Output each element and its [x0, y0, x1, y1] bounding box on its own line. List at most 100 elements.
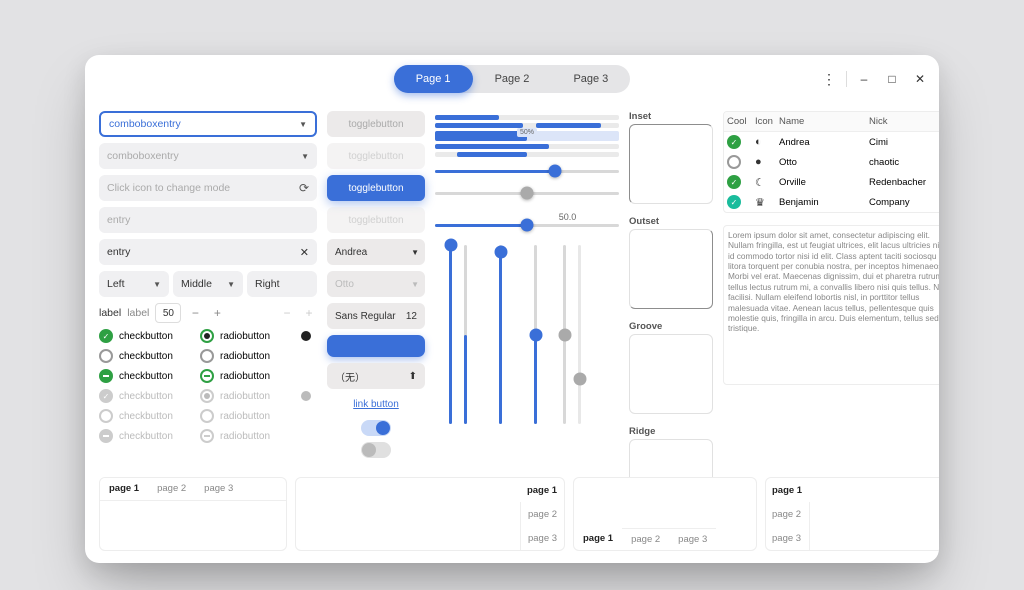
progress-percent: 50% [517, 128, 537, 137]
switch-off[interactable] [361, 442, 391, 458]
content-grid: comboboxentry ▼ comboboxentry ▼ Click ic… [85, 103, 939, 477]
nb-tab-3[interactable]: page 3 [520, 526, 564, 550]
dropdown-right[interactable]: Right [247, 271, 317, 297]
three-dropdowns: Left▼ Middle▼ Right [99, 271, 317, 297]
switch-on[interactable] [361, 420, 391, 436]
clear-icon[interactable]: ✕ [300, 246, 309, 259]
vslider-1[interactable] [449, 245, 452, 424]
chevron-down-icon[interactable]: ▼ [301, 152, 309, 161]
dropdown-middle[interactable]: Middle▼ [173, 271, 243, 297]
comboboxentry-disabled[interactable]: comboboxentry ▼ [99, 143, 317, 169]
switch-knob [376, 421, 390, 435]
column-buttons: togglebutton togglebutton togglebutton t… [327, 111, 425, 477]
header-tab-1[interactable]: Page 1 [394, 65, 473, 93]
dropdown-left[interactable]: Left▼ [99, 271, 169, 297]
notebook-tabs-top: page 1 page 2 page 3 [99, 477, 287, 551]
togglebutton-2[interactable]: togglebutton [327, 143, 425, 169]
refresh-icon[interactable]: ⟳ [299, 181, 309, 195]
column-inputs: comboboxentry ▼ comboboxentry ▼ Click ic… [99, 111, 317, 477]
spin-plus-button[interactable]: + [209, 305, 225, 321]
lorem-textview[interactable]: Lorem ipsum dolor sit amet, consectetur … [723, 225, 939, 385]
table-row[interactable]: ✓ ◐ Andrea Cimi [724, 132, 939, 152]
checkbutton-2[interactable]: checkbutton [99, 349, 196, 363]
table-row[interactable]: ● Otto chaotic [724, 152, 939, 172]
mode-hint-field[interactable]: Click icon to change mode ⟳ [99, 175, 317, 201]
nb-tab-2[interactable]: page 2 [520, 502, 564, 526]
nb-tab-1[interactable]: page 1 [520, 478, 564, 502]
checkbutton-1[interactable]: ✓checkbutton [99, 329, 196, 343]
nb-tab-2[interactable]: page 2 [622, 528, 669, 550]
radio-icon [200, 409, 214, 423]
vslider-4[interactable] [534, 245, 537, 424]
spin-minus-2-button[interactable]: − [279, 305, 295, 321]
progressbar-labeled: 50% [435, 131, 619, 141]
row-icon: ♛ [755, 196, 779, 209]
font-chooser[interactable]: Sans Regular12 [327, 303, 425, 329]
togglebutton-4[interactable]: togglebutton [327, 207, 425, 233]
notebook-tabs-right: page 1 page 2 page 3 [295, 477, 565, 551]
nb-tab-1[interactable]: page 1 [574, 528, 622, 550]
nb-tab-2[interactable]: page 2 [148, 478, 195, 500]
togglebutton-1[interactable]: togglebutton [327, 111, 425, 137]
nb-tab-1[interactable]: page 1 [766, 478, 810, 502]
vertical-sliders [435, 239, 619, 424]
row-icon: ☾ [755, 176, 779, 189]
data-table: Cool Icon Name Nick ✓ ◐ Andrea Cimi ● Ot… [723, 111, 939, 213]
nb-tab-2[interactable]: page 2 [766, 502, 810, 526]
spin-minus-button[interactable]: − [187, 305, 203, 321]
radiobutton-1[interactable]: radiobutton [200, 329, 297, 343]
radiobutton-5-disabled: radiobutton [200, 409, 297, 423]
spin-plus-2-button[interactable]: + [301, 305, 317, 321]
vslider-5[interactable] [563, 245, 566, 424]
hslider-1[interactable] [435, 163, 619, 179]
hslider-3[interactable]: 50.0 [435, 217, 619, 233]
combo-andrea[interactable]: Andrea▼ [327, 239, 425, 265]
minimize-button[interactable]: – [853, 68, 875, 90]
entry-with-clear[interactable]: entry ✕ [99, 239, 317, 265]
row-icon: ● [755, 156, 779, 168]
color-button[interactable] [327, 335, 425, 357]
hslider-2[interactable] [435, 185, 619, 201]
header-tab-3[interactable]: Page 3 [551, 65, 630, 93]
header-tabswitch: Page 1 Page 2 Page 3 [394, 65, 631, 93]
combobox-value: comboboxentry [109, 118, 181, 130]
progress-bars: 50% [435, 111, 619, 157]
radiobutton-3[interactable]: radiobutton [200, 369, 297, 383]
nb-tab-3[interactable]: page 3 [669, 528, 716, 550]
radiobutton-2[interactable]: radiobutton [200, 349, 297, 363]
vslider-3[interactable] [499, 245, 502, 424]
label-text: label [99, 307, 121, 319]
spin-value[interactable]: 50 [155, 303, 181, 323]
progressbar-4 [435, 144, 619, 149]
comboboxentry-focused[interactable]: comboboxentry ▼ [99, 111, 317, 137]
radio-icon [200, 369, 214, 383]
togglebutton-3[interactable]: togglebutton [327, 175, 425, 201]
vslider-2[interactable] [464, 245, 467, 424]
window-buttons: ⋮ – □ ✕ [818, 55, 931, 103]
column-table-text: Cool Icon Name Nick ✓ ◐ Andrea Cimi ● Ot… [723, 111, 939, 477]
link-button[interactable]: link button [327, 395, 425, 414]
file-chooser-none[interactable]: （无）⬆ [327, 363, 425, 389]
header-tab-2[interactable]: Page 2 [473, 65, 552, 93]
check-icon: ✓ [99, 329, 113, 343]
checkbutton-6-disabled: checkbutton [99, 429, 196, 443]
radio-icon [200, 429, 214, 443]
nb-tab-3[interactable]: page 3 [766, 526, 810, 550]
frame-inset: Inset [629, 111, 713, 210]
chevron-down-icon: ▼ [227, 280, 235, 289]
entry-placeholder[interactable]: entry [99, 207, 317, 233]
row-icon: ◐ [755, 136, 779, 148]
table-row[interactable]: ✓ ♛ Benjamin Company [724, 192, 939, 212]
nb-tab-3[interactable]: page 3 [195, 478, 242, 500]
close-button[interactable]: ✕ [909, 68, 931, 90]
notebook-tabs-left: page 1 page 2 page 3 [765, 477, 939, 551]
nb-tab-1[interactable]: page 1 [100, 478, 148, 500]
table-row[interactable]: ✓ ☾ Orville Redenbacher [724, 172, 939, 192]
frame-outset: Outset [629, 216, 713, 315]
maximize-button[interactable]: □ [881, 68, 903, 90]
chevron-down-icon[interactable]: ▼ [299, 120, 307, 129]
kebab-menu-icon[interactable]: ⋮ [818, 68, 840, 90]
check-indeterminate-icon [99, 429, 113, 443]
vslider-6[interactable] [578, 245, 581, 424]
checkbutton-3[interactable]: checkbutton [99, 369, 196, 383]
